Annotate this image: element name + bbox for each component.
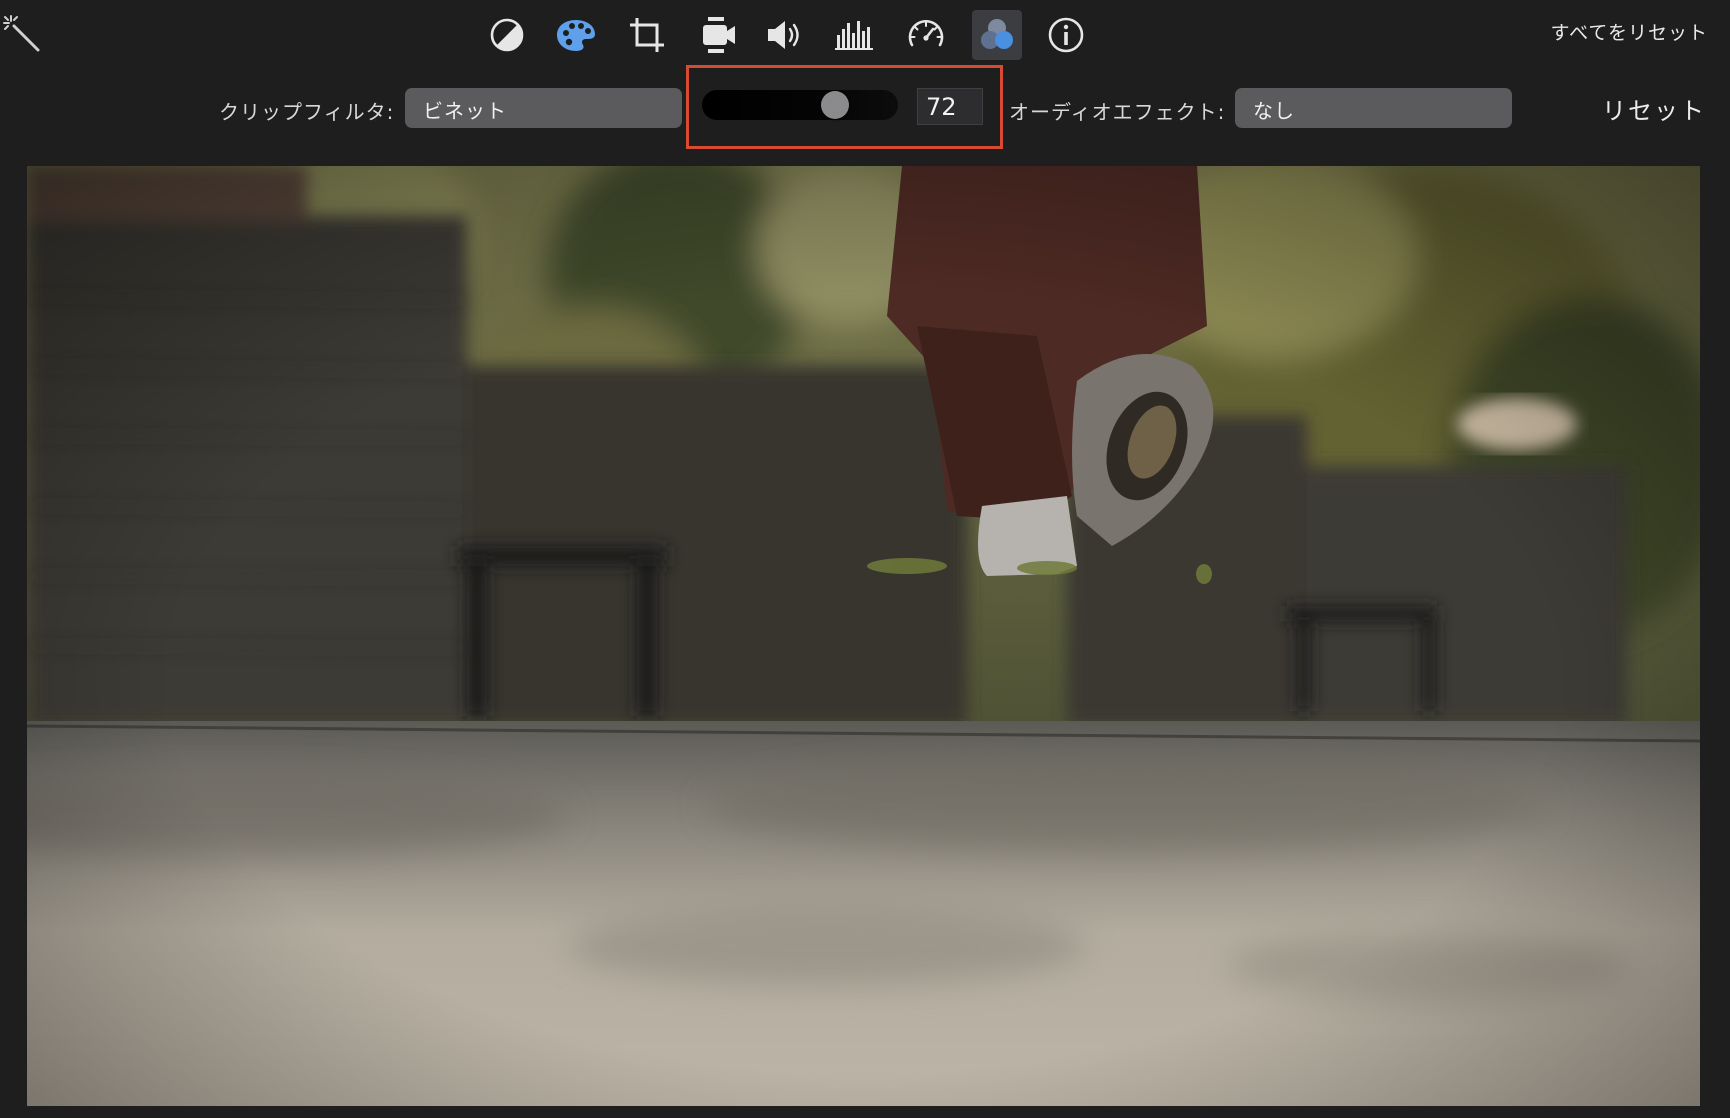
audio-effect-label: オーディオエフェクト:	[1009, 100, 1226, 124]
volume-icon[interactable]	[764, 14, 808, 56]
color-palette-icon[interactable]	[554, 14, 598, 56]
clip-filter-label: クリップフィルタ:	[219, 100, 395, 124]
speed-icon[interactable]	[904, 14, 948, 56]
clip-filter-value: ビネット	[423, 99, 507, 123]
clip-filter-select[interactable]: ビネット	[405, 88, 682, 128]
color-balance-icon[interactable]	[485, 14, 529, 56]
stabilization-icon[interactable]	[696, 14, 740, 56]
reset-all-button[interactable]: すべてをリセット	[1550, 18, 1708, 45]
clip-filter-icon[interactable]	[972, 10, 1022, 60]
audio-effect-select[interactable]: なし	[1235, 88, 1512, 128]
video-preview	[27, 166, 1700, 1106]
intensity-slider-handle[interactable]	[821, 91, 849, 119]
info-icon[interactable]	[1044, 14, 1088, 56]
audio-effect-value: なし	[1253, 99, 1295, 123]
intensity-field[interactable]	[917, 88, 983, 125]
reset-button[interactable]: リセット	[1602, 91, 1706, 126]
magic-wand-icon[interactable]	[2, 14, 42, 54]
intensity-slider[interactable]	[702, 90, 898, 120]
equalizer-icon[interactable]	[833, 14, 877, 56]
crop-icon[interactable]	[625, 14, 669, 56]
